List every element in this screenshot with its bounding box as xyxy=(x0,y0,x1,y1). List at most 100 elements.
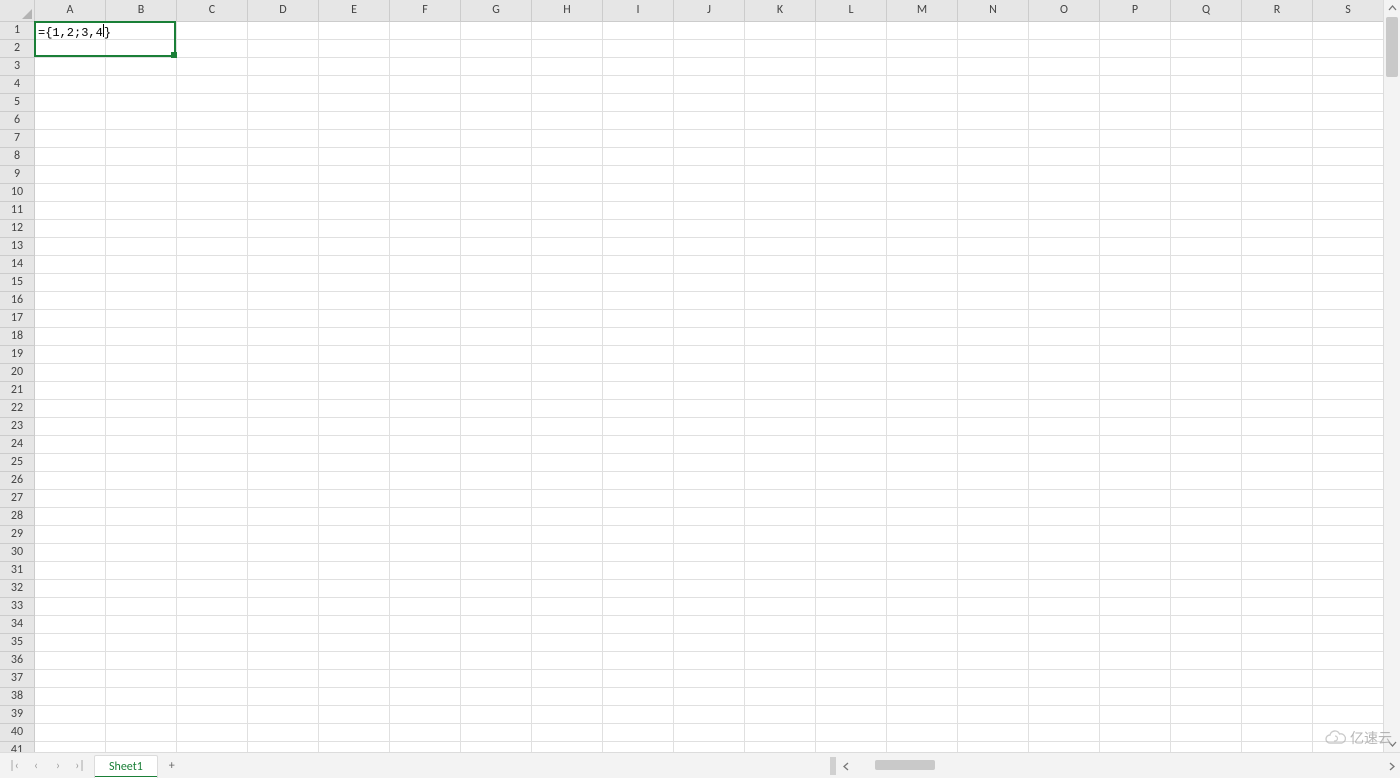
row-header[interactable]: 9 xyxy=(0,166,35,184)
cell[interactable] xyxy=(1171,652,1242,670)
column-header[interactable]: Q xyxy=(1171,0,1242,22)
cell[interactable] xyxy=(958,76,1029,94)
cell[interactable] xyxy=(745,346,816,364)
cell[interactable] xyxy=(816,472,887,490)
cell[interactable] xyxy=(816,40,887,58)
cell[interactable] xyxy=(887,436,958,454)
cell[interactable] xyxy=(1100,472,1171,490)
cell[interactable] xyxy=(390,346,461,364)
cell[interactable] xyxy=(674,634,745,652)
cell[interactable] xyxy=(603,274,674,292)
cell[interactable] xyxy=(958,166,1029,184)
cell[interactable] xyxy=(958,418,1029,436)
cell[interactable] xyxy=(958,220,1029,238)
cell[interactable] xyxy=(461,346,532,364)
cell[interactable] xyxy=(390,94,461,112)
cell[interactable] xyxy=(390,274,461,292)
cell[interactable] xyxy=(106,418,177,436)
cell[interactable] xyxy=(674,310,745,328)
cell[interactable] xyxy=(887,418,958,436)
cell[interactable] xyxy=(1171,598,1242,616)
cell[interactable] xyxy=(177,310,248,328)
cell[interactable] xyxy=(816,220,887,238)
cell[interactable] xyxy=(390,58,461,76)
cell[interactable] xyxy=(1171,274,1242,292)
cell[interactable] xyxy=(1171,526,1242,544)
cell[interactable] xyxy=(1171,418,1242,436)
cell[interactable] xyxy=(1313,310,1384,328)
cell[interactable] xyxy=(390,238,461,256)
cell[interactable] xyxy=(177,634,248,652)
cell[interactable] xyxy=(1171,400,1242,418)
cell[interactable] xyxy=(390,418,461,436)
cell[interactable] xyxy=(958,112,1029,130)
cell[interactable] xyxy=(1171,94,1242,112)
cell[interactable] xyxy=(1313,220,1384,238)
cell[interactable] xyxy=(106,328,177,346)
row-header[interactable]: 40 xyxy=(0,724,35,742)
cell[interactable] xyxy=(248,544,319,562)
cell[interactable] xyxy=(674,472,745,490)
cell[interactable] xyxy=(248,598,319,616)
row-header[interactable]: 13 xyxy=(0,238,35,256)
cell[interactable] xyxy=(887,544,958,562)
cell[interactable] xyxy=(674,292,745,310)
cell[interactable] xyxy=(390,634,461,652)
cell[interactable] xyxy=(745,274,816,292)
cell[interactable] xyxy=(674,184,745,202)
cell[interactable] xyxy=(319,490,390,508)
cell[interactable] xyxy=(319,508,390,526)
cell[interactable] xyxy=(816,166,887,184)
cell[interactable] xyxy=(248,310,319,328)
cell[interactable] xyxy=(958,364,1029,382)
cell[interactable] xyxy=(35,652,106,670)
cell[interactable] xyxy=(816,562,887,580)
cell[interactable] xyxy=(248,670,319,688)
cell[interactable] xyxy=(390,688,461,706)
cell[interactable] xyxy=(816,544,887,562)
cell[interactable] xyxy=(1029,418,1100,436)
cell[interactable] xyxy=(603,238,674,256)
cell[interactable] xyxy=(106,94,177,112)
cell[interactable] xyxy=(958,670,1029,688)
cell[interactable] xyxy=(461,490,532,508)
cell[interactable] xyxy=(1100,76,1171,94)
cell[interactable] xyxy=(319,238,390,256)
cell[interactable] xyxy=(603,364,674,382)
scroll-up-button[interactable] xyxy=(1384,0,1400,17)
cell[interactable] xyxy=(106,616,177,634)
row-header[interactable]: 21 xyxy=(0,382,35,400)
cell[interactable] xyxy=(390,454,461,472)
cell[interactable] xyxy=(1242,616,1313,634)
cell[interactable] xyxy=(887,76,958,94)
cell[interactable] xyxy=(106,292,177,310)
cell[interactable] xyxy=(248,724,319,742)
cell[interactable] xyxy=(461,562,532,580)
cell[interactable] xyxy=(177,400,248,418)
cell[interactable] xyxy=(248,274,319,292)
cell[interactable] xyxy=(35,562,106,580)
cell[interactable] xyxy=(958,706,1029,724)
cell[interactable] xyxy=(887,130,958,148)
cell[interactable] xyxy=(603,184,674,202)
column-header[interactable]: K xyxy=(745,0,816,22)
cell[interactable] xyxy=(390,508,461,526)
cell[interactable] xyxy=(1313,256,1384,274)
cell[interactable] xyxy=(461,580,532,598)
cell[interactable] xyxy=(674,148,745,166)
cell[interactable] xyxy=(390,652,461,670)
row-header[interactable]: 32 xyxy=(0,580,35,598)
cell[interactable] xyxy=(177,562,248,580)
cell[interactable] xyxy=(816,400,887,418)
cell[interactable] xyxy=(1313,22,1384,40)
row-header[interactable]: 3 xyxy=(0,58,35,76)
cell[interactable] xyxy=(319,94,390,112)
cell[interactable] xyxy=(248,436,319,454)
cell[interactable] xyxy=(1242,670,1313,688)
cell[interactable] xyxy=(35,724,106,742)
cell[interactable] xyxy=(35,58,106,76)
cell[interactable] xyxy=(177,184,248,202)
row-header[interactable]: 35 xyxy=(0,634,35,652)
cell[interactable] xyxy=(248,526,319,544)
cell[interactable] xyxy=(603,94,674,112)
